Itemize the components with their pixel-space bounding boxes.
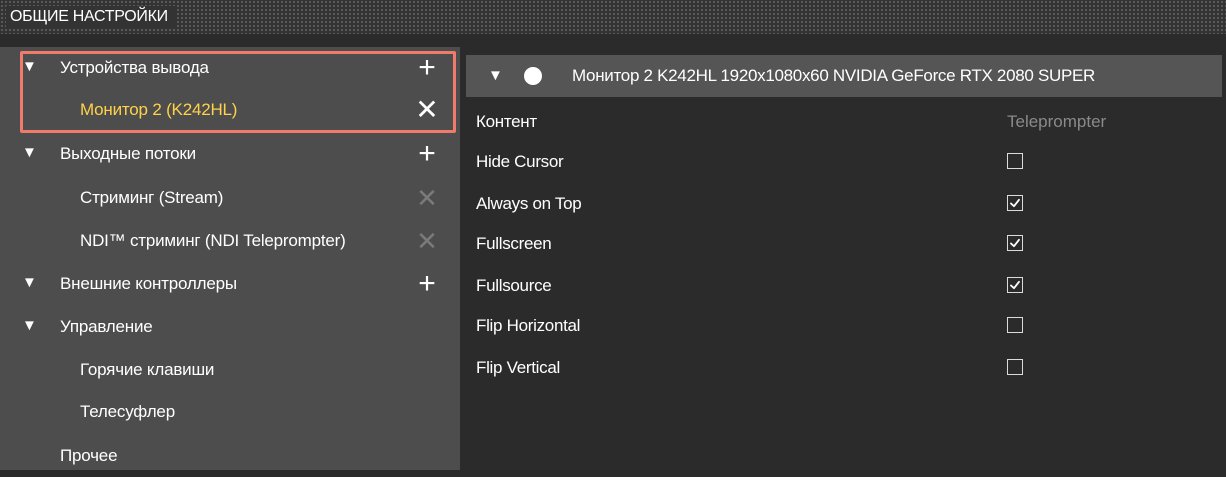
remove-ndi-stream-icon[interactable]: ✕ <box>410 220 444 262</box>
tree-item-label: Стриминг (Stream) <box>80 188 224 207</box>
remove-stream-icon[interactable]: ✕ <box>410 177 444 219</box>
tree-item-label: NDI™ стриминг (NDI Teleprompter) <box>80 231 346 250</box>
prop-row-option: Fullscreen <box>462 224 1226 264</box>
collapse-arrow-icon[interactable]: ▼ <box>488 67 503 84</box>
checkmark-icon <box>1010 198 1020 208</box>
device-header[interactable]: ▼ Монитор 2 K242HL 1920x1080x60 NVIDIA G… <box>466 55 1222 97</box>
device-enable-toggle[interactable] <box>514 67 550 85</box>
add-output-device-icon[interactable]: + <box>410 47 444 89</box>
prop-row-option: Fullsource <box>462 266 1226 306</box>
checkmark-icon <box>1010 280 1020 290</box>
tree-item-label: Телесуфлер <box>80 402 175 421</box>
tree-item-hotkeys[interactable]: Горячие клавиши <box>0 349 460 391</box>
option-checkbox[interactable] <box>1007 153 1023 169</box>
expand-arrow-icon[interactable]: ▼ <box>22 58 37 75</box>
toggle-knob <box>524 67 542 85</box>
details-panel: ▼ Монитор 2 K242HL 1920x1080x60 NVIDIA G… <box>462 47 1226 470</box>
option-checkbox[interactable] <box>1007 195 1023 211</box>
add-external-controller-icon[interactable]: + <box>410 263 444 305</box>
option-checkbox[interactable] <box>1007 359 1023 375</box>
tree-item-other[interactable]: Прочее <box>0 435 460 477</box>
option-label: Fullscreen <box>476 234 552 253</box>
add-output-stream-icon[interactable]: + <box>410 133 444 175</box>
option-label: Flip Vertical <box>476 358 560 377</box>
tree-item-label: Внешние контроллеры <box>60 274 237 293</box>
tree-item-external-controllers[interactable]: ▼ Внешние контроллеры + <box>0 263 460 305</box>
remove-monitor-icon[interactable]: ✕ <box>410 89 444 131</box>
option-label: Always on Top <box>476 194 582 213</box>
tree-item-label: Горячие клавиши <box>80 360 215 379</box>
option-label: Flip Horizontal <box>476 316 581 335</box>
expand-arrow-icon[interactable]: ▼ <box>22 144 37 161</box>
option-checkbox[interactable] <box>1007 277 1023 293</box>
tree-item-stream[interactable]: Стриминг (Stream) ✕ <box>0 177 460 219</box>
tree-item-label: Устройства вывода <box>60 58 209 77</box>
prop-label: Контент <box>476 112 537 131</box>
tree-item-output-devices[interactable]: ▼ Устройства вывода + <box>0 47 460 89</box>
tree-item-label: Выходные потоки <box>60 144 196 163</box>
prop-row-option: Always on Top <box>462 184 1226 224</box>
settings-tree-panel: ▼ Устройства вывода + Монитор 2 (K242HL)… <box>0 47 460 470</box>
expand-arrow-icon[interactable]: ▼ <box>22 317 37 334</box>
option-label: Fullsource <box>476 276 552 295</box>
tree-item-label: Монитор 2 (K242HL) <box>80 100 238 119</box>
device-title: Монитор 2 K242HL 1920x1080x60 NVIDIA GeF… <box>572 66 1096 85</box>
tree-item-control[interactable]: ▼ Управление <box>0 306 460 348</box>
tree-item-ndi-stream[interactable]: NDI™ стриминг (NDI Teleprompter) ✕ <box>0 220 460 262</box>
expand-arrow-icon[interactable]: ▼ <box>22 274 37 291</box>
tree-item-label: Управление <box>60 317 153 336</box>
option-checkbox[interactable] <box>1007 235 1023 251</box>
tree-item-teleprompter[interactable]: Телесуфлер <box>0 391 460 433</box>
prop-row-content: Контент Teleprompter <box>462 102 1226 142</box>
prop-row-option: Flip Vertical <box>462 348 1226 388</box>
option-checkbox[interactable] <box>1007 317 1023 333</box>
option-label: Hide Cursor <box>476 152 564 171</box>
content-value[interactable]: Teleprompter <box>1007 102 1106 142</box>
settings-header: ОБЩИЕ НАСТРОЙКИ <box>0 0 1226 34</box>
header-title: ОБЩИЕ НАСТРОЙКИ <box>6 6 176 28</box>
checkmark-icon <box>1010 238 1020 248</box>
tree-item-output-streams[interactable]: ▼ Выходные потоки + <box>0 133 460 175</box>
tree-item-monitor-2[interactable]: Монитор 2 (K242HL) ✕ <box>0 89 460 131</box>
prop-row-option: Hide Cursor <box>462 142 1226 182</box>
tree-item-label: Прочее <box>60 446 118 465</box>
prop-row-option: Flip Horizontal <box>462 306 1226 346</box>
